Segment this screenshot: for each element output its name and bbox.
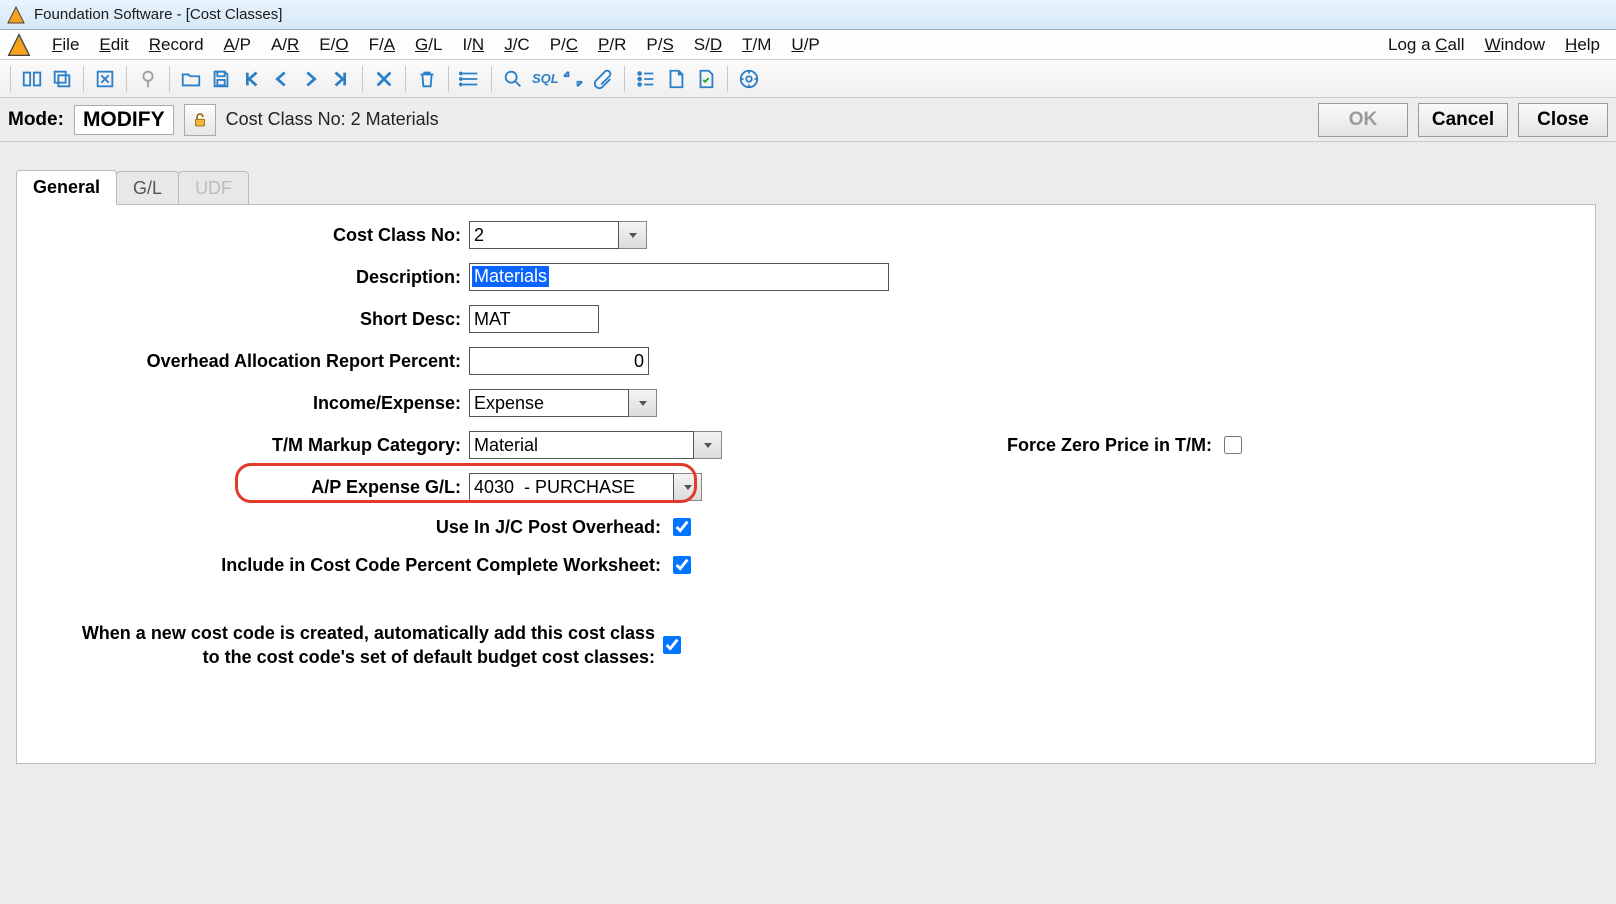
menu-file[interactable]: File (42, 31, 89, 59)
tab-general[interactable]: General (16, 170, 117, 205)
list-icon[interactable] (455, 64, 485, 94)
cancel-x-icon[interactable] (369, 64, 399, 94)
tabstrip: General G/L UDF (16, 168, 1616, 204)
tab-udf: UDF (178, 171, 249, 205)
app-icon (6, 5, 26, 25)
auto-add-checkbox[interactable] (663, 636, 681, 654)
include-worksheet-checkbox[interactable] (673, 556, 691, 574)
mode-label: Mode: (8, 109, 64, 131)
tabpanel-general: Cost Class No: Description: Materials Sh… (16, 204, 1596, 764)
ap-expense-input[interactable] (469, 473, 674, 501)
toolbar: SQL (0, 60, 1616, 98)
last-record-icon[interactable] (326, 64, 356, 94)
sql-icon[interactable]: SQL (528, 64, 558, 94)
menu-in[interactable]: I/N (452, 31, 494, 59)
use-jc-label: Use In J/C Post Overhead: (35, 517, 665, 538)
menu-jc[interactable]: J/C (494, 31, 540, 59)
content-area: General G/L UDF Cost Class No: Descripti… (0, 142, 1616, 904)
short-desc-input[interactable] (469, 305, 599, 333)
arrows-icon[interactable] (558, 64, 588, 94)
next-record-icon[interactable] (296, 64, 326, 94)
save-icon[interactable] (206, 64, 236, 94)
menu-pc[interactable]: P/C (540, 31, 588, 59)
menu-ar[interactable]: A/R (261, 31, 309, 59)
new-doc-icon[interactable] (661, 64, 691, 94)
ap-expense-dropdown[interactable] (674, 473, 702, 501)
income-expense-dropdown[interactable] (629, 389, 657, 417)
menu-help[interactable]: Help (1555, 31, 1610, 59)
ok-button[interactable]: OK (1318, 103, 1408, 137)
menu-ps[interactable]: P/S (636, 31, 683, 59)
ap-expense-label: A/P Expense G/L: (35, 477, 465, 498)
menu-up[interactable]: U/P (781, 31, 829, 59)
mode-value: MODIFY (74, 105, 174, 135)
cost-class-no-dropdown[interactable] (619, 221, 647, 249)
menu-window[interactable]: Window (1475, 31, 1555, 59)
tm-markup-label: T/M Markup Category: (35, 435, 465, 456)
titlebar: Foundation Software - [Cost Classes] (0, 0, 1616, 30)
tm-markup-input[interactable] (469, 431, 694, 459)
doc-check-icon[interactable] (691, 64, 721, 94)
square-x-icon[interactable] (90, 64, 120, 94)
income-expense-field[interactable] (469, 389, 657, 417)
attachment-icon[interactable] (588, 64, 618, 94)
context-label: Cost Class No: 2 Materials (226, 109, 439, 130)
book-open-icon[interactable] (17, 64, 47, 94)
cancel-button[interactable]: Cancel (1418, 103, 1508, 137)
ap-expense-field[interactable] (469, 473, 702, 501)
windows-icon[interactable] (47, 64, 77, 94)
menu-pr[interactable]: P/R (588, 31, 636, 59)
auto-add-note: When a new cost code is created, automat… (35, 621, 655, 670)
tab-gl[interactable]: G/L (116, 171, 179, 205)
tm-markup-dropdown[interactable] (694, 431, 722, 459)
menu-edit[interactable]: Edit (89, 31, 138, 59)
menu-sd[interactable]: S/D (684, 31, 732, 59)
prev-record-icon[interactable] (266, 64, 296, 94)
force-zero-label: Force Zero Price in T/M: (786, 435, 1216, 456)
bullet-list-icon[interactable] (631, 64, 661, 94)
window-title: Foundation Software - [Cost Classes] (34, 6, 282, 23)
menu-eo[interactable]: E/O (309, 31, 358, 59)
income-expense-label: Income/Expense: (35, 393, 465, 414)
mode-bar: Mode: MODIFY Cost Class No: 2 Materials … (0, 98, 1616, 142)
close-button[interactable]: Close (1518, 103, 1608, 137)
force-zero-checkbox[interactable] (1224, 436, 1242, 454)
income-expense-input[interactable] (469, 389, 629, 417)
tm-markup-field[interactable] (469, 431, 722, 459)
short-desc-label: Short Desc: (35, 309, 465, 330)
first-record-icon[interactable] (236, 64, 266, 94)
description-selected: Materials (472, 266, 549, 287)
menu-tm[interactable]: T/M (732, 31, 781, 59)
menu-record[interactable]: Record (139, 31, 214, 59)
cost-class-no-input[interactable] (469, 221, 619, 249)
menu-ap[interactable]: A/P (214, 31, 261, 59)
mdi-app-icon (6, 32, 32, 58)
cost-class-no-field[interactable] (469, 221, 647, 249)
trash-icon[interactable] (412, 64, 442, 94)
menu-fa[interactable]: F/A (359, 31, 405, 59)
menubar: File Edit Record A/P A/R E/O F/A G/L I/N… (0, 30, 1616, 60)
include-worksheet-label: Include in Cost Code Percent Complete Wo… (35, 555, 665, 576)
overhead-label: Overhead Allocation Report Percent: (35, 351, 465, 372)
search-icon[interactable] (498, 64, 528, 94)
folder-icon[interactable] (176, 64, 206, 94)
help-icon[interactable] (734, 64, 764, 94)
pin-icon[interactable] (133, 64, 163, 94)
use-jc-checkbox[interactable] (673, 518, 691, 536)
overhead-input[interactable] (469, 347, 649, 375)
cost-class-no-label: Cost Class No: (35, 225, 465, 246)
lock-button[interactable] (184, 104, 216, 136)
description-label: Description: (35, 267, 465, 288)
menu-log-a-call[interactable]: Log a Call (1378, 31, 1475, 59)
menu-gl[interactable]: G/L (405, 31, 452, 59)
